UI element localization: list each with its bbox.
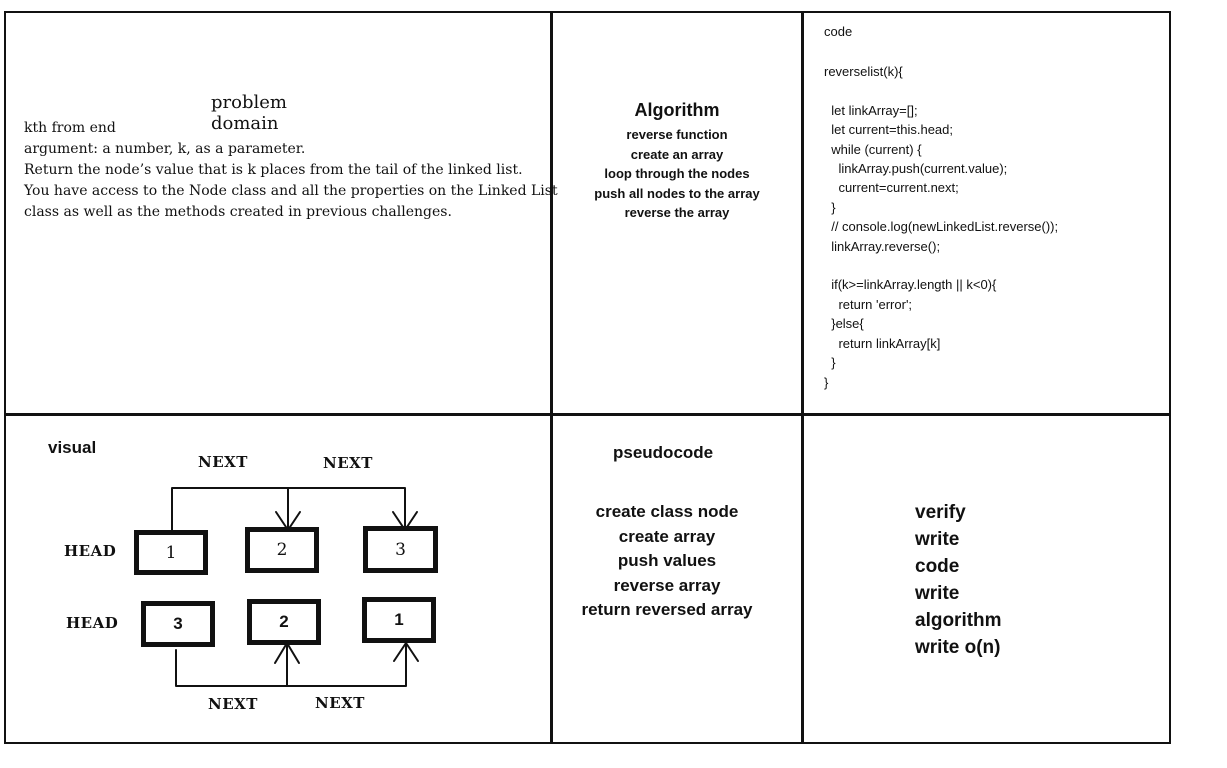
algorithm-step: reverse function [626,127,728,142]
list-node: 2 [245,527,319,573]
pseudocode-title: pseudocode [613,443,714,462]
list-node: 1 [134,530,208,575]
verify-list: verify write code write algorithm write … [915,499,1002,661]
code-line: linkArray.push(current.value); [824,161,1008,177]
code-line: } [824,374,829,390]
grid-border-bottom [4,742,1171,744]
whiteboard: problem domain kth from end argument: a … [0,0,1227,768]
code-line: } [824,199,836,215]
list-node: 3 [141,601,215,647]
pseudocode-step: return reversed array [581,600,753,619]
pseudocode-step: push values [617,551,717,570]
next-label: NEXT [323,454,373,472]
code-line: } [824,355,836,371]
verify-item: write algorithm [915,583,1002,631]
code-line: let linkArray=[]; [824,102,918,118]
code-line: current=current.next; [824,180,959,196]
code-line: // console.log(newLinkedList.reverse()); [824,219,1059,235]
algorithm-step: loop through the nodes [604,166,750,181]
code-line: if(k>=linkArray.length || k<0){ [824,277,997,293]
algorithm-step: push all nodes to the array [594,185,760,201]
list-node: 1 [362,597,436,643]
code-line: }else{ [824,316,864,332]
next-label: NEXT [198,453,248,471]
code-block: reverselist(k){ let linkArray=[]; let cu… [824,62,1058,392]
code-title: code [824,24,853,39]
pseudocode-steps: create class node create array push valu… [552,500,782,623]
list-node: 2 [247,599,321,645]
head-label: HEAD [64,542,117,560]
next-label: NEXT [315,694,365,712]
code-line: while (current) { [824,141,922,157]
verify-item: verify [915,502,966,523]
pseudocode-step: create array [618,526,716,546]
list-node: 3 [363,526,438,573]
code-line: reverselist(k){ [824,64,903,79]
algorithm-step: reverse the array [624,205,730,220]
code-line: return 'error'; [824,296,913,312]
algorithm-steps: reverse function create an array loop th… [552,125,802,223]
verify-item: write code [915,529,960,577]
pseudocode-step: create class node [595,502,739,521]
algorithm-step: create an array [630,146,724,162]
grid-border-right [1169,11,1171,744]
code-line: return linkArray[k] [824,335,941,351]
code-line: linkArray.reverse(); [824,238,941,254]
algorithm-title: Algorithm [634,100,720,120]
verify-item: write o(n) [915,637,1001,658]
head-label: HEAD [66,614,119,632]
pseudocode-step: reverse array [613,575,721,595]
next-label: NEXT [208,695,258,713]
code-line: let current=this.head; [824,122,953,138]
